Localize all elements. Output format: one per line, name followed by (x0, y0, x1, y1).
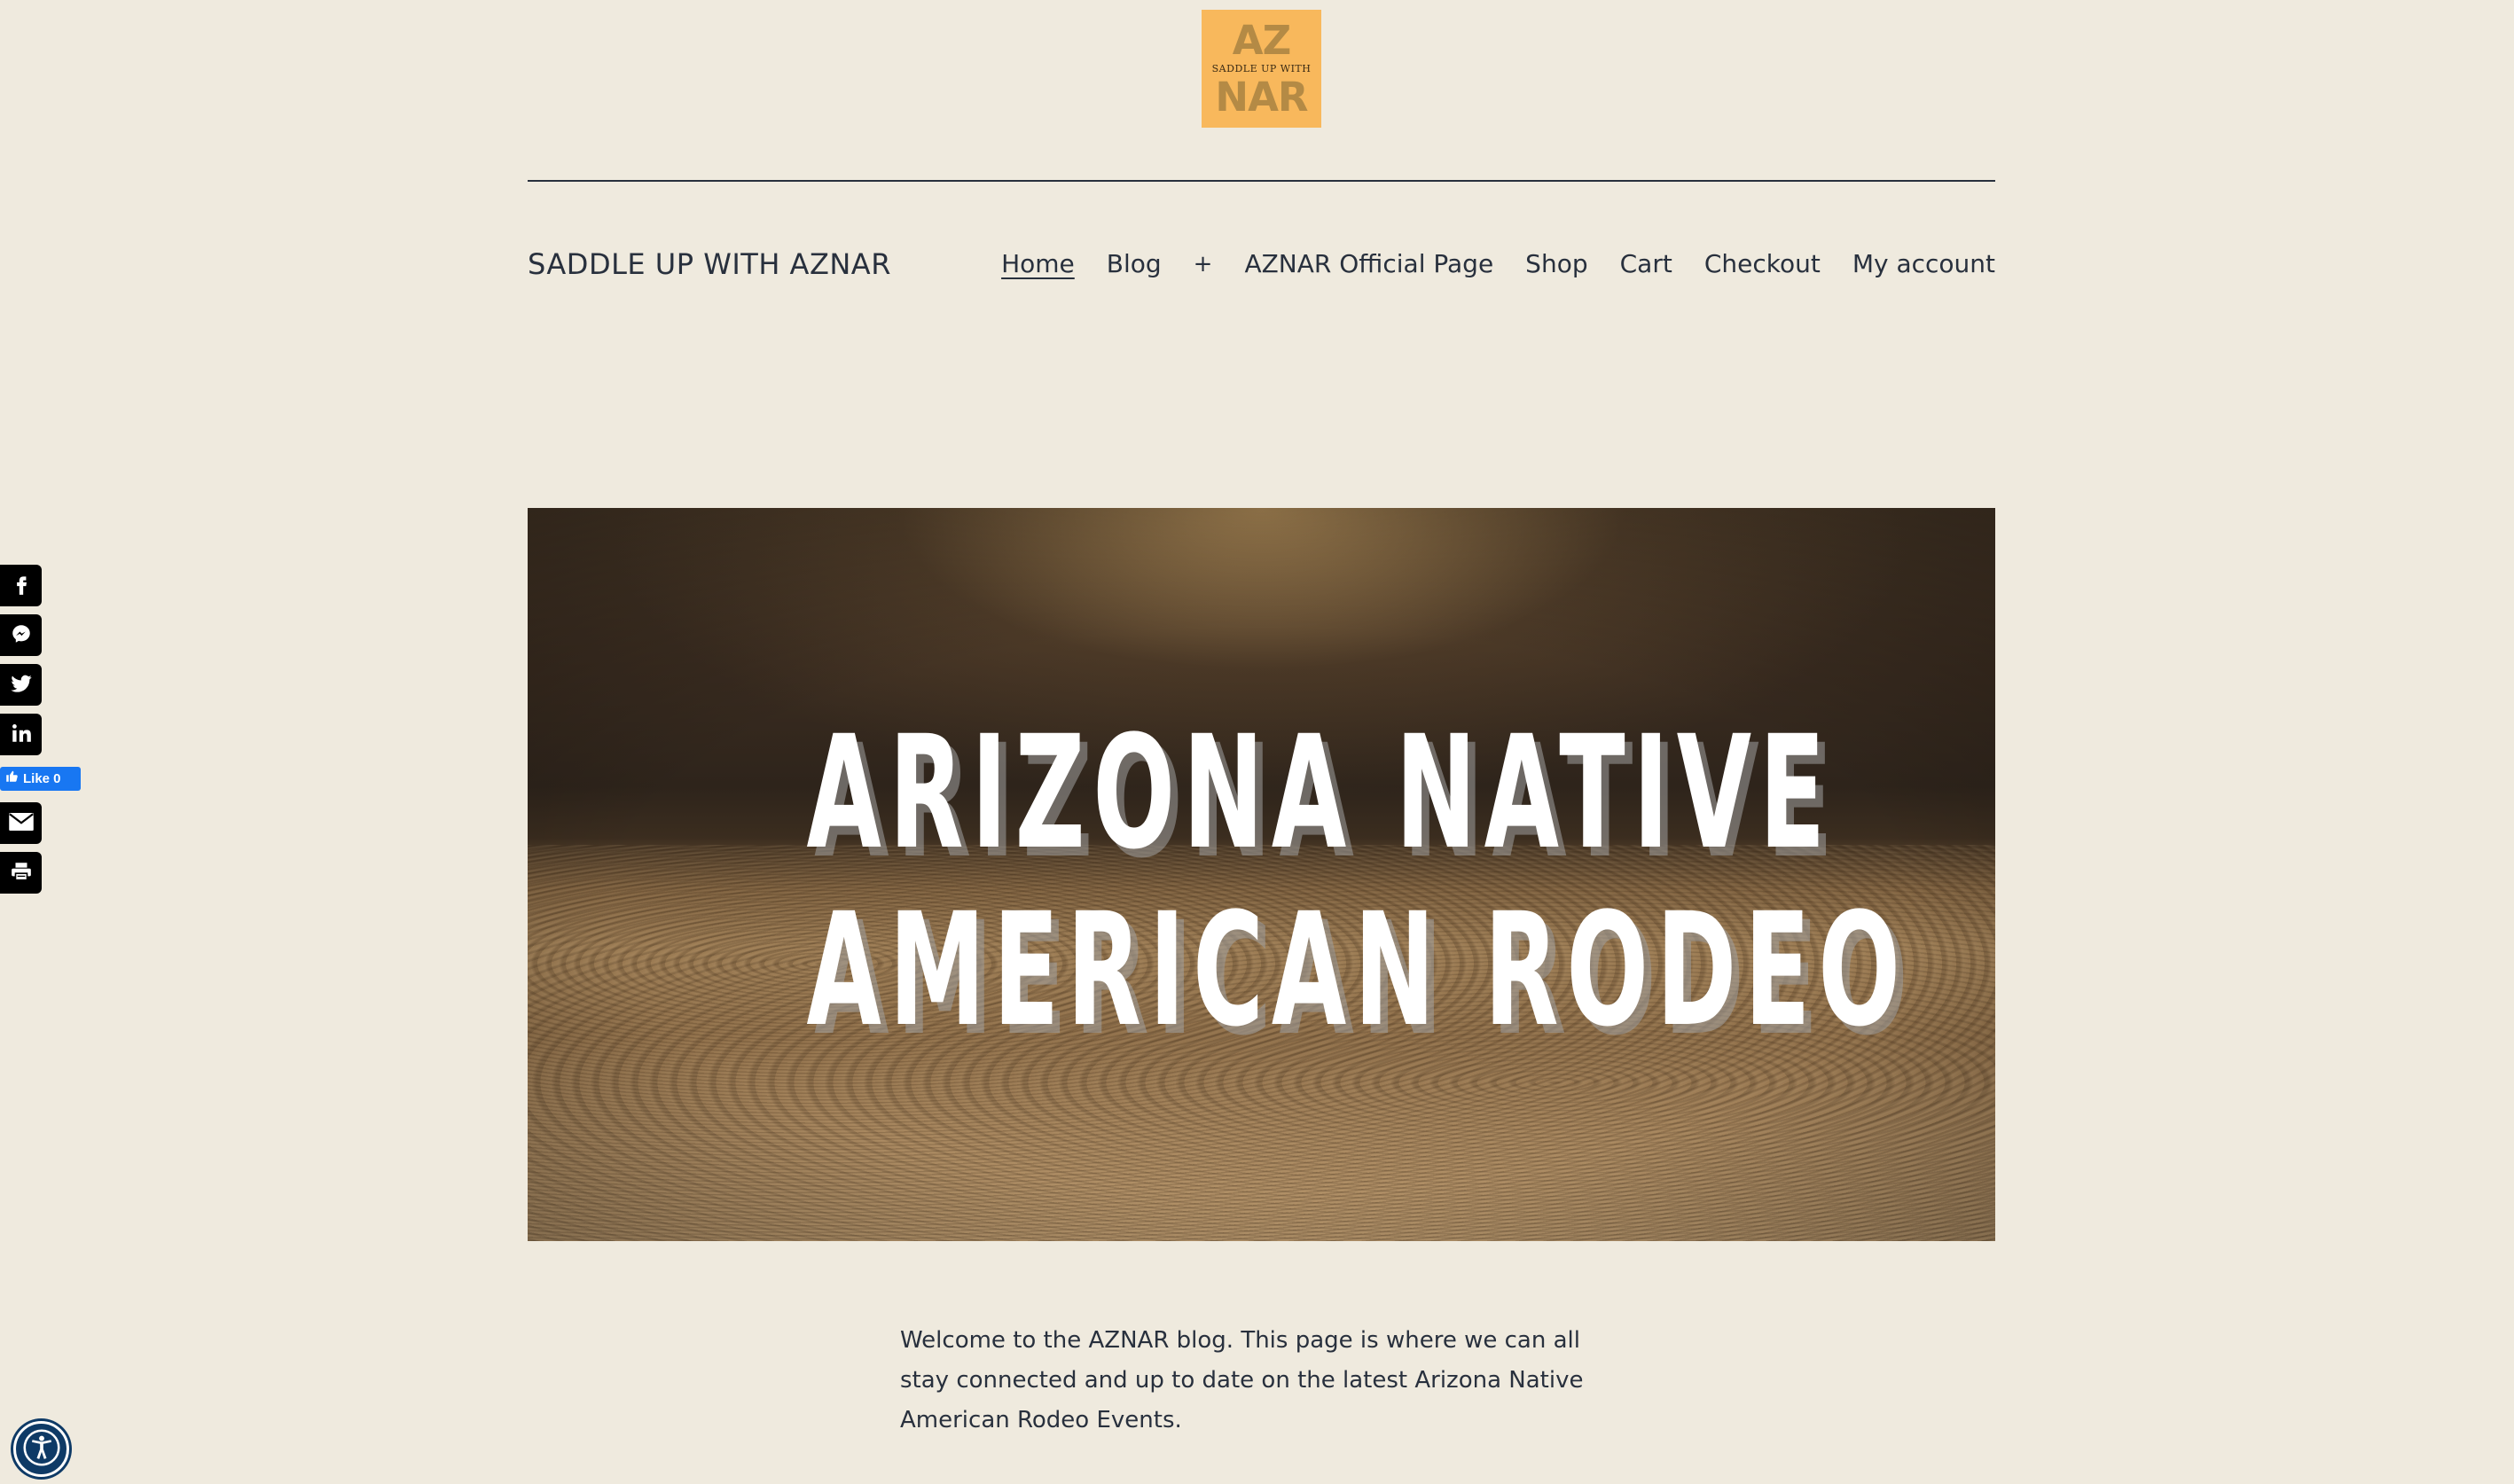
nav-item-home[interactable]: Home (1001, 245, 1075, 284)
share-twitter-button[interactable] (0, 664, 42, 706)
primary-nav: Home Blog + AZNAR Official Page Shop Car… (969, 245, 1995, 284)
site-logo[interactable]: AZ SADDLE UP WITH NAR (1202, 10, 1321, 128)
nav-item-checkout[interactable]: Checkout (1704, 245, 1821, 284)
linkedin-icon (10, 722, 33, 748)
header-divider (528, 180, 1995, 182)
nav-item-blog[interactable]: Blog (1107, 245, 1162, 284)
hero-banner: ARIZONA NATIVE AMERICAN RODEO (528, 508, 1995, 1241)
print-icon (10, 860, 33, 886)
accessibility-icon (22, 1428, 61, 1471)
share-messenger-button[interactable] (0, 614, 42, 656)
share-facebook-button[interactable] (0, 565, 42, 606)
share-linkedin-button[interactable] (0, 714, 42, 755)
share-print-button[interactable] (0, 852, 42, 894)
nav-item-my-account[interactable]: My account (1852, 245, 1995, 284)
logo-text-az: AZ (1232, 16, 1291, 64)
accessibility-button[interactable] (13, 1421, 69, 1477)
messenger-icon (10, 622, 33, 649)
hero-headline-line-2: AMERICAN RODEO (806, 879, 1908, 1061)
facebook-icon (10, 573, 33, 599)
twitter-icon (9, 671, 34, 699)
nav-item-aznar-official-page[interactable]: AZNAR Official Page (1244, 245, 1493, 284)
logo-text-nar: NAR (1215, 73, 1308, 121)
facebook-like-button[interactable]: Like 0 (0, 767, 81, 791)
hero-headline-line-1: ARIZONA NATIVE (806, 702, 1834, 884)
nav-item-shop[interactable]: Shop (1525, 245, 1587, 284)
thumbs-up-icon (5, 767, 19, 791)
welcome-paragraph: Welcome to the AZNAR blog. This page is … (900, 1327, 1584, 1433)
site-title[interactable]: SADDLE UP WITH AZNAR (528, 245, 891, 284)
hero-headline: ARIZONA NATIVE AMERICAN RODEO (806, 702, 1908, 1061)
email-icon (8, 811, 35, 836)
facebook-like-label: Like 0 (23, 771, 61, 786)
nav-submenu-toggle[interactable]: + (1194, 245, 1213, 284)
share-email-button[interactable] (0, 802, 42, 844)
nav-item-cart[interactable]: Cart (1620, 245, 1672, 284)
